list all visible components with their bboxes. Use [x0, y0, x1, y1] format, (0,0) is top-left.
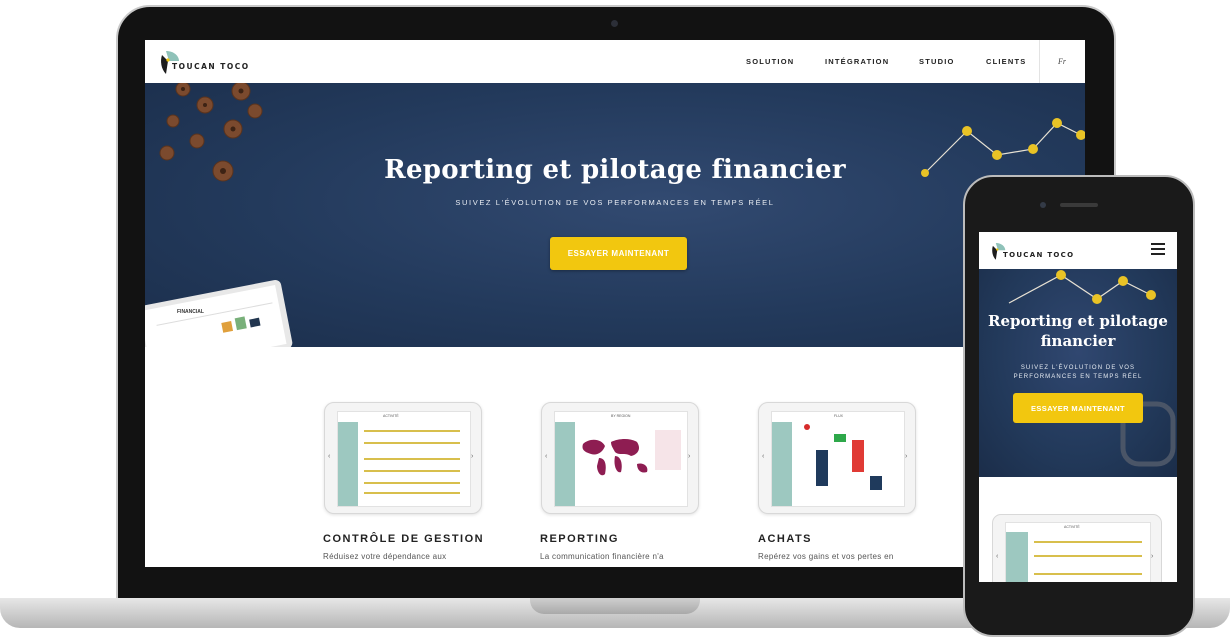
hero-tablet-label: FINANCIAL [177, 309, 204, 315]
language-switch[interactable]: Fr [1058, 57, 1066, 66]
mobile-hero-subtitle: SUIVEZ L'ÉVOLUTION DE VOS PERFORMANCES E… [1013, 365, 1143, 380]
tablet-sidebar [555, 422, 575, 506]
nav-integration[interactable]: INTÉGRATION [825, 57, 889, 66]
chevron-left-icon[interactable]: ‹ [328, 453, 330, 460]
mobile-feature-tablet: ACTIVITÉ ‹ › [992, 514, 1162, 582]
hero-title: Reporting et pilotage financier [384, 155, 846, 185]
mobile-brand-name[interactable]: TOUCAN TOCO [1003, 251, 1074, 259]
chevron-left-icon[interactable]: ‹ [996, 553, 998, 560]
brand-name[interactable]: TOUCAN TOCO [172, 62, 250, 71]
chevron-left-icon[interactable]: ‹ [762, 453, 764, 460]
feature-tablet-achats: FLUX ‹ › [758, 402, 916, 514]
laptop-base-notch [530, 598, 700, 614]
tablet-screen-label: FLUX [834, 414, 843, 418]
nav-studio[interactable]: STUDIO [919, 57, 955, 66]
laptop-screen: TOUCAN TOCO SOLUTION INTÉGRATION STUDIO … [145, 40, 1085, 567]
nav-clients[interactable]: CLIENTS [986, 57, 1026, 66]
nav-solution[interactable]: SOLUTION [746, 57, 794, 66]
feature-tablet-reporting: BY REGION ‹ › [541, 402, 699, 514]
phone-camera [1040, 202, 1046, 208]
try-now-button[interactable]: ESSAYER MAINTENANT [550, 237, 687, 270]
hero-tablet-decoration: FINANCIAL [145, 279, 293, 347]
chevron-left-icon[interactable]: ‹ [545, 453, 547, 460]
chevron-right-icon[interactable]: › [905, 453, 907, 460]
chevron-right-icon[interactable]: › [1151, 553, 1153, 560]
tablet-sidebar [1006, 532, 1028, 582]
hero-subtitle: SUIVEZ L'ÉVOLUTION DE VOS PERFORMANCES E… [455, 198, 775, 207]
mobile-hero-banner: Reporting et pilotage financier SUIVEZ L… [979, 269, 1177, 477]
chevron-right-icon[interactable]: › [471, 453, 473, 460]
hamburger-menu-icon[interactable] [1151, 243, 1165, 255]
nav-divider [1039, 40, 1040, 83]
feature-title-achats: ACHATS [758, 533, 813, 545]
pins-chart-decoration [1008, 270, 1156, 304]
tablet-screen-label: ACTIVITÉ [1064, 525, 1080, 529]
mobile-hero-title: Reporting et pilotage financier [988, 312, 1168, 350]
feature-text-achats: Repérez vos gains et vos pertes en [758, 552, 894, 561]
tablet-screen-label: BY REGION [611, 414, 631, 418]
feature-text-controle: Réduisez votre dépendance aux [323, 552, 447, 561]
hero-banner: FINANCIAL Reporting et pilotage financie… [145, 83, 1085, 347]
tablet-screen-label: ACTIVITÉ [383, 414, 399, 418]
feature-tablet-controle: ACTIVITÉ ‹ › [324, 402, 482, 514]
phone-speaker [1060, 203, 1098, 207]
mobile-navbar: TOUCAN TOCO [979, 232, 1177, 269]
feature-title-controle: CONTRÔLE DE GESTION [323, 533, 485, 545]
chevron-right-icon[interactable]: › [688, 453, 690, 460]
mobile-try-now-button[interactable]: ESSAYER MAINTENANT [1013, 393, 1143, 423]
tablet-sidebar [338, 422, 358, 506]
world-map-icon [582, 439, 648, 476]
laptop-camera [611, 20, 618, 27]
tablet-sidebar [772, 422, 792, 506]
navbar: TOUCAN TOCO SOLUTION INTÉGRATION STUDIO … [145, 40, 1085, 84]
phone-screen: TOUCAN TOCO Reporting et pilotage financ… [979, 232, 1177, 582]
feature-text-reporting: La communication financière n'a [540, 552, 664, 561]
feature-title-reporting: REPORTING [540, 533, 619, 545]
